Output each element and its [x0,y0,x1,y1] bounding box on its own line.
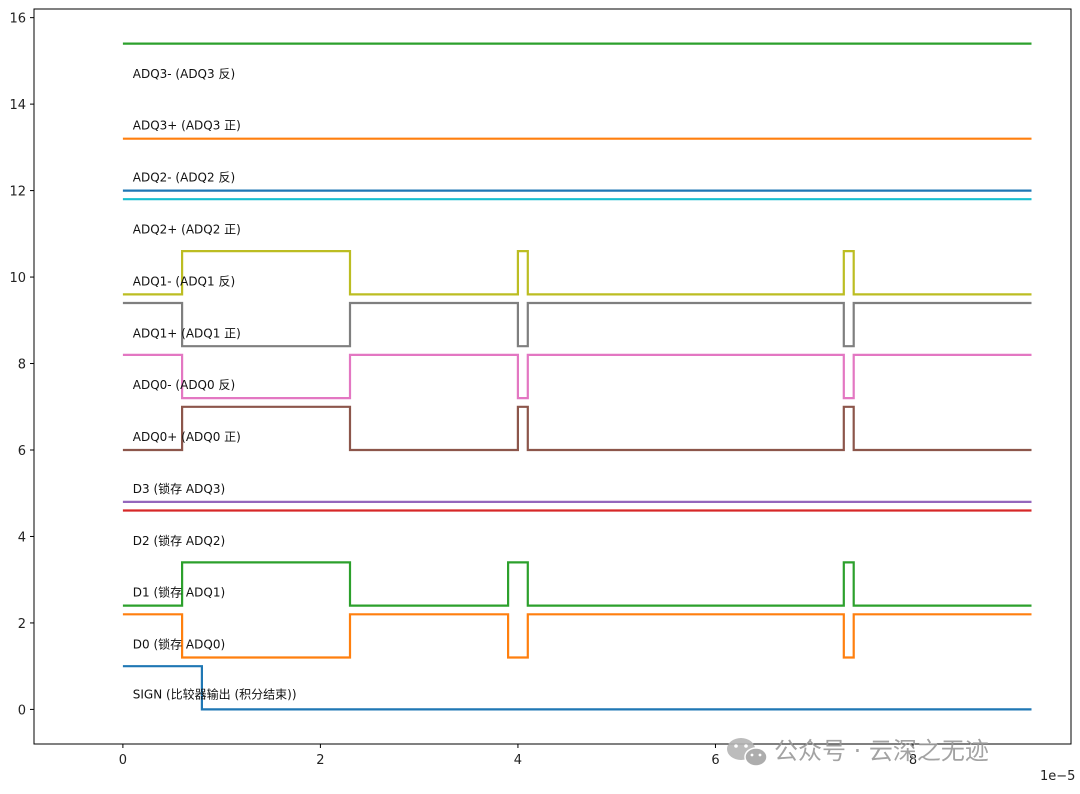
y-tick-label-2: 4 [18,530,26,545]
signal-label-2: D1 (锁存 ADQ1) [133,585,225,600]
x-tick-label-3: 6 [711,753,719,768]
watermark-text: 公众号 · 云深之无迹 [774,737,989,765]
y-tick-label-5: 10 [9,271,26,286]
signal-label-10: ADQ2- (ADQ2 反) [133,171,235,185]
signal-label-3: D2 (锁存 ADQ2) [133,533,225,548]
y-tick-label-3: 6 [18,444,26,459]
y-tick-label-7: 14 [9,98,26,113]
signal-label-1: D0 (锁存 ADQ0) [133,637,225,652]
x-scale-label: 1e−5 [1040,769,1075,784]
y-tick-label-6: 12 [9,185,26,200]
x-tick-label-0: 0 [119,753,127,768]
signal-label-7: ADQ1+ (ADQ1 正) [133,326,241,340]
signal-label-11: ADQ3+ (ADQ3 正) [133,119,241,133]
signal-label-0: SIGN (比较器输出 (积分结束)) [133,686,297,701]
signal-label-6: ADQ0- (ADQ0 反) [133,378,235,392]
signal-label-4: D3 (锁存 ADQ3) [133,481,225,496]
x-tick-label-1: 2 [316,753,324,768]
x-tick-label-2: 4 [514,753,522,768]
y-tick-label-4: 8 [18,358,26,373]
timing-chart: SIGN (比较器输出 (积分结束)) D0 (锁存 ADQ0) D1 (锁存 AD… [9,8,1075,784]
y-tick-label-8: 16 [9,12,26,27]
y-tick-label-1: 2 [18,617,26,632]
signal-label-5: ADQ0+ (ADQ0 正) [133,430,241,444]
signal-label-9: ADQ2+ (ADQ2 正) [133,223,241,237]
signal-label-12: ADQ3- (ADQ3 反) [133,67,235,81]
y-tick-label-0: 0 [18,703,26,718]
signal-label-8: ADQ1- (ADQ1 反) [133,274,235,288]
